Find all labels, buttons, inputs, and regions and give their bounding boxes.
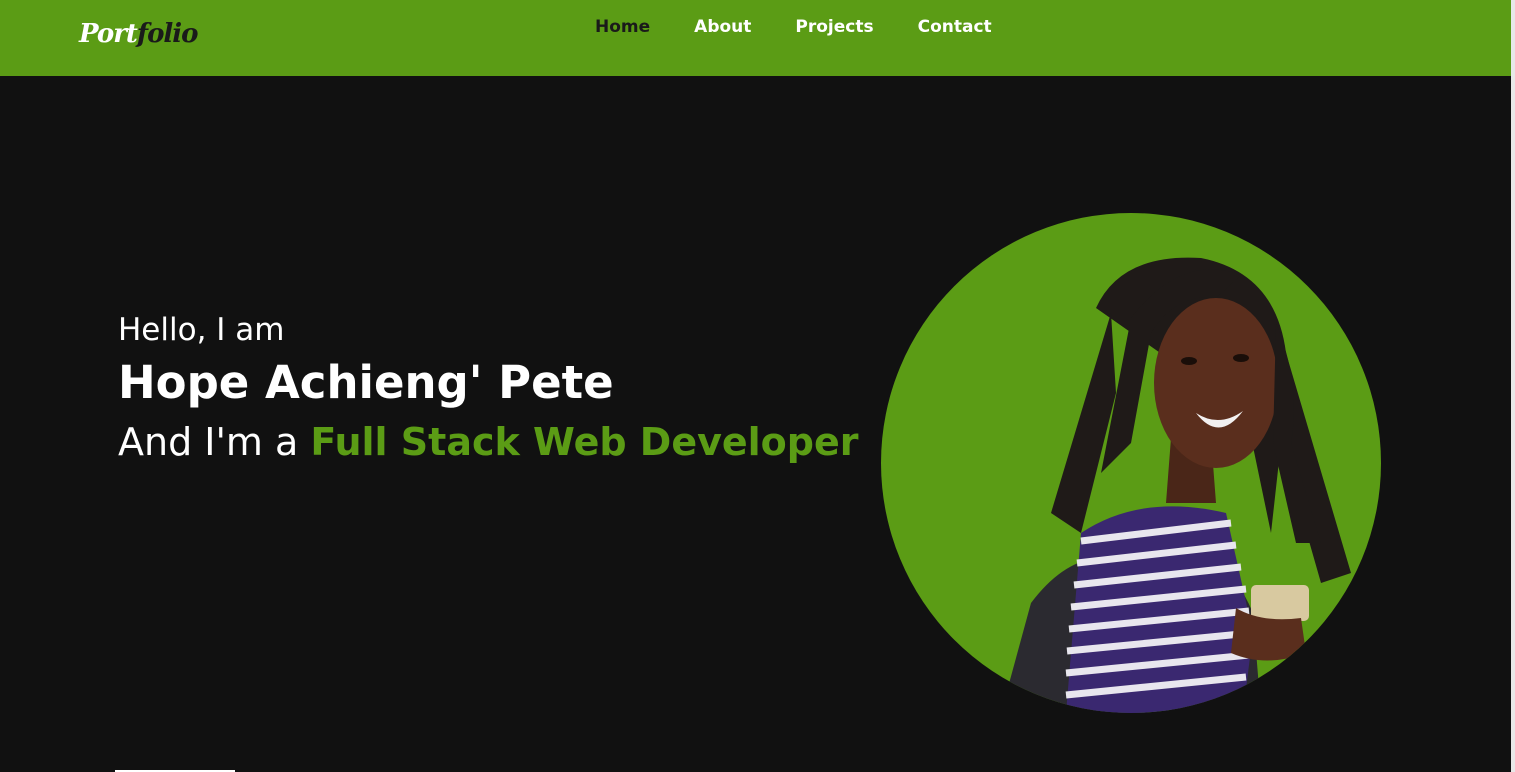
- hero-role: And I'm a Full Stack Web Developer: [118, 414, 858, 470]
- hero-role-prefix: And I'm a: [118, 420, 311, 464]
- logo-text-port: Port: [79, 19, 138, 49]
- main-nav: Home About Projects Contact: [595, 16, 992, 38]
- profile-photo: [881, 213, 1381, 713]
- nav-about-link[interactable]: About: [694, 16, 751, 38]
- nav-home-link[interactable]: Home: [595, 16, 650, 38]
- profile-photo-illustration: [1001, 257, 1351, 713]
- nav-contact-link[interactable]: Contact: [918, 16, 992, 38]
- nav-projects-link[interactable]: Projects: [795, 16, 873, 38]
- hero-greeting: Hello, I am: [118, 312, 285, 348]
- logo[interactable]: Portfolio: [79, 14, 199, 54]
- scrollbar[interactable]: [1511, 0, 1515, 772]
- hero-intro: Hello, I am Hope Achieng' Pete And I'm a…: [118, 308, 858, 470]
- page: Portfolio Home About Projects Contact He…: [0, 0, 1515, 772]
- hero-role-highlight: Full Stack Web Developer: [310, 420, 859, 464]
- navbar: Portfolio Home About Projects Contact: [0, 0, 1511, 76]
- logo-text-folio: folio: [136, 19, 199, 49]
- hero-name: Hope Achieng' Pete: [118, 356, 614, 409]
